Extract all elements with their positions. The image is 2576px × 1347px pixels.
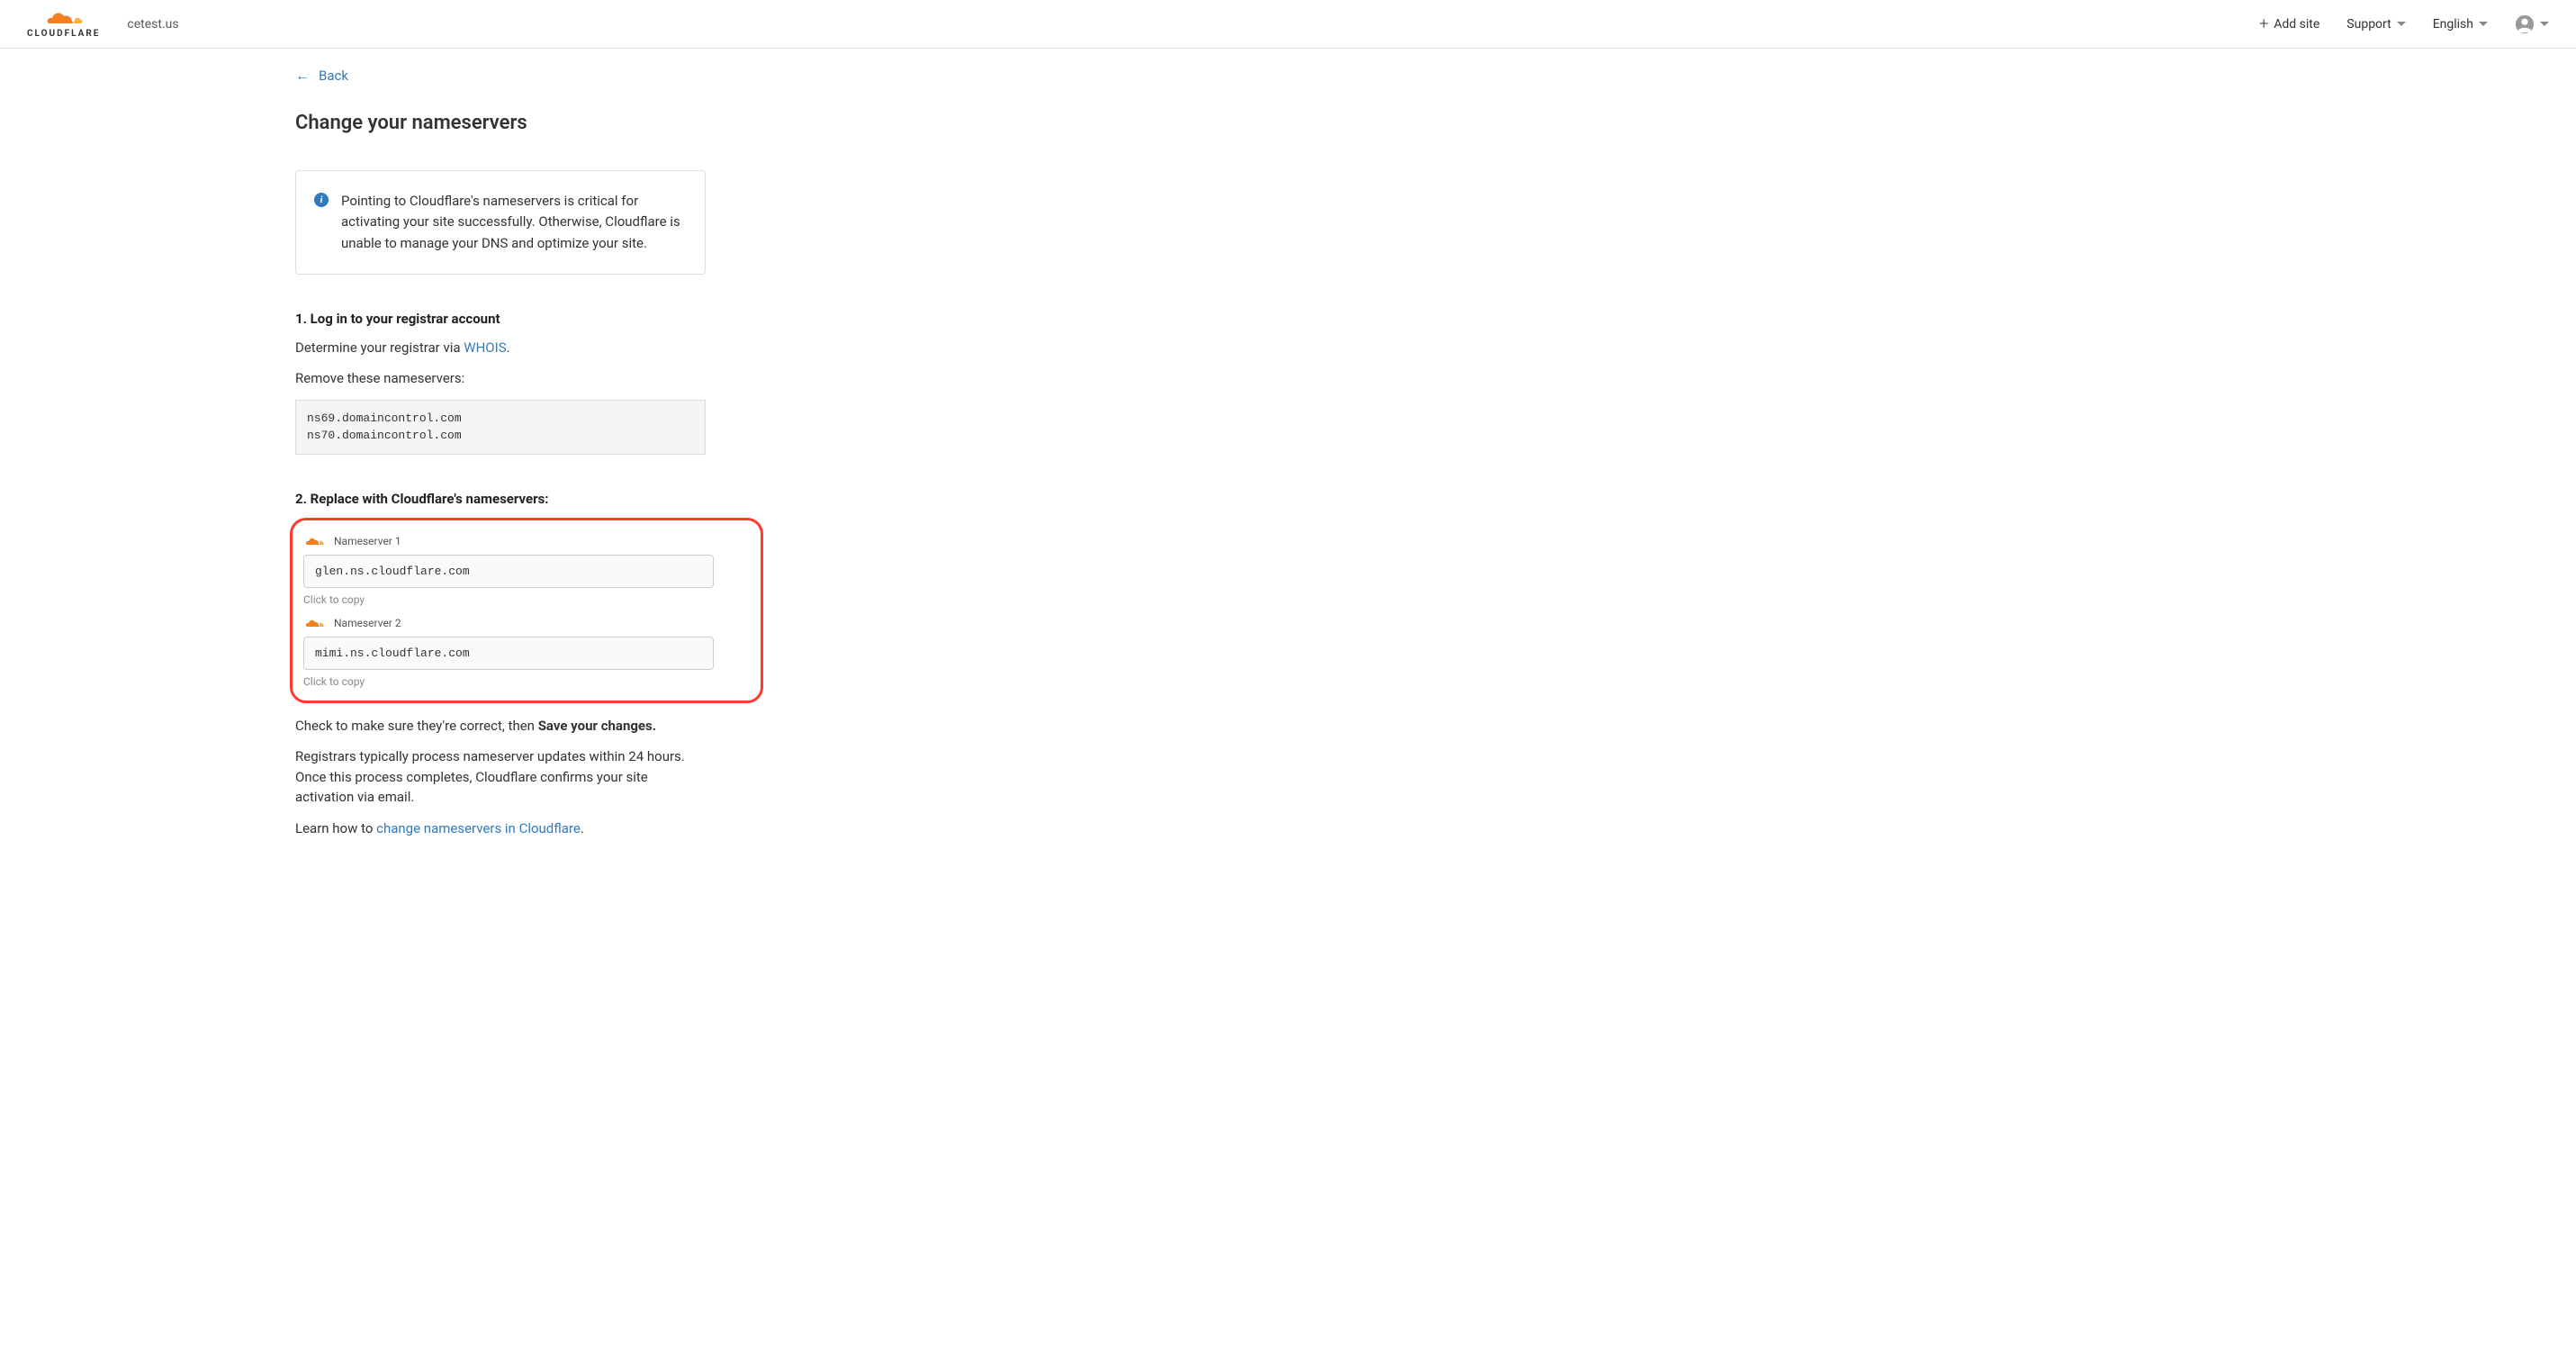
info-text: Pointing to Cloudflare's nameservers is …	[341, 191, 687, 254]
determine-suffix: .	[507, 339, 510, 356]
ns1-value[interactable]: glen.ns.cloudflare.com	[303, 555, 714, 588]
ns2-copy-hint: Click to copy	[298, 675, 743, 688]
highlight-box: Nameserver 1 glen.ns.cloudflare.com Clic…	[290, 518, 763, 703]
ns1-copy-hint: Click to copy	[298, 593, 743, 606]
learn-text: Learn how to change nameservers in Cloud…	[295, 818, 1002, 839]
language-dropdown[interactable]: English	[2433, 17, 2488, 32]
learn-suffix: .	[581, 820, 584, 836]
back-label: Back	[319, 68, 348, 84]
cloudflare-logo[interactable]: CLOUDFLARE	[27, 9, 100, 39]
language-label: English	[2433, 17, 2473, 32]
ns1-label: Nameserver 1	[334, 535, 401, 547]
info-icon: i	[314, 193, 329, 207]
old-nameservers-box: ns69.domaincontrol.com ns70.domaincontro…	[295, 400, 706, 455]
ns2-value[interactable]: mimi.ns.cloudflare.com	[303, 637, 714, 670]
registrars-text: Registrars typically process nameserver …	[295, 746, 706, 808]
user-icon	[2515, 14, 2535, 34]
domain-name[interactable]: cetest.us	[127, 17, 178, 32]
header: CLOUDFLARE cetest.us + Add site Support …	[0, 0, 2576, 49]
support-label: Support	[2346, 17, 2391, 32]
cloud-icon	[41, 9, 86, 27]
caret-down-icon	[2397, 22, 2406, 26]
caret-down-icon	[2540, 22, 2549, 26]
step2-title: 2. Replace with Cloudflare's nameservers…	[295, 491, 1002, 507]
ns2-label-row: Nameserver 2	[298, 617, 743, 629]
step1-remove: Remove these nameservers:	[295, 368, 1002, 389]
cloud-icon	[305, 618, 325, 628]
whois-link[interactable]: WHOIS	[464, 339, 506, 356]
header-left: CLOUDFLARE cetest.us	[27, 9, 179, 39]
step1-determine: Determine your registrar via WHOIS.	[295, 338, 1002, 358]
check-text: Check to make sure they're correct, then…	[295, 716, 1002, 737]
back-link[interactable]: ← Back	[295, 67, 348, 85]
main-content: ← Back Change your nameservers i Pointin…	[295, 49, 1002, 885]
check-prefix: Check to make sure they're correct, then	[295, 718, 538, 734]
page-title: Change your nameservers	[295, 112, 1002, 134]
plus-icon: +	[2259, 16, 2268, 32]
info-box: i Pointing to Cloudflare's nameservers i…	[295, 170, 706, 275]
user-menu[interactable]	[2515, 14, 2549, 34]
learn-link[interactable]: change nameservers in Cloudflare	[376, 820, 581, 836]
learn-prefix: Learn how to	[295, 820, 376, 836]
determine-prefix: Determine your registrar via	[295, 339, 464, 356]
arrow-left-icon: ←	[295, 67, 310, 85]
support-dropdown[interactable]: Support	[2346, 17, 2405, 32]
caret-down-icon	[2479, 22, 2488, 26]
ns1-label-row: Nameserver 1	[298, 535, 743, 547]
logo-text: CLOUDFLARE	[27, 29, 100, 39]
add-site-link[interactable]: + Add site	[2259, 16, 2319, 32]
step1-title: 1. Log in to your registrar account	[295, 311, 1002, 327]
ns2-label: Nameserver 2	[334, 617, 401, 629]
save-bold: Save your changes.	[538, 718, 656, 734]
cloud-icon	[305, 536, 325, 547]
add-site-label: Add site	[2274, 17, 2319, 32]
header-right: + Add site Support English	[2259, 14, 2549, 34]
